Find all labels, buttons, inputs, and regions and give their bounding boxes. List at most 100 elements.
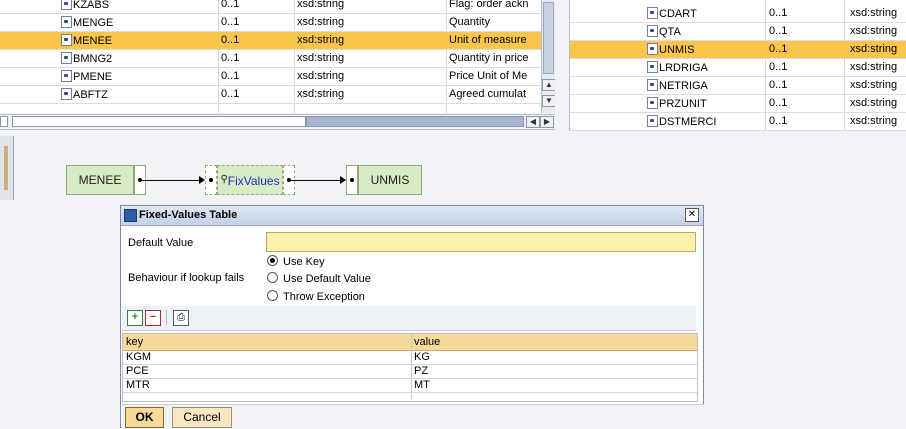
radio-icon [267,255,278,266]
scrollbar-thumb[interactable] [543,2,554,74]
close-icon[interactable]: ✕ [685,208,699,222]
cell-occurrence: 0..1 [769,61,788,73]
fixvalues-function-block[interactable]: ⚲FixValues [217,165,283,195]
target-table-row[interactable]: UNMIS 0..1 xsd:string [570,41,906,59]
cell-type: xsd:string [850,115,898,127]
field-name-text: ABFTZ [73,89,108,101]
row-value[interactable]: PZ [414,365,428,378]
radio-icon [267,272,278,283]
source-table-row[interactable]: PMENE 0..1 xsd:string Price Unit of Me [0,68,555,86]
field-name-text: BMNG2 [73,53,113,65]
field-name-text: PRZUNIT [659,98,707,110]
scroll-up-button[interactable]: ▲ [542,79,555,91]
source-structure-table: KZABS 0..1 xsd:string Flag: order ackn MENGE… [0,0,555,113]
row-key[interactable]: MTR [126,379,150,392]
field-name: PMENE [61,70,112,83]
field-name: CDART [647,7,697,20]
cell-type: xsd:string [850,7,898,19]
field-name-text: LRDRIGA [659,62,708,74]
print-icon[interactable]: ⎙ [173,310,189,326]
target-field-label: UNMIS [370,173,410,187]
radio-use-default-value[interactable]: Use Default Value [267,272,371,285]
element-node-icon [647,25,658,37]
scroll-track[interactable] [12,116,306,127]
cell-description: Flag: order ackn [449,0,529,10]
table-row[interactable]: MTR MT [123,379,697,393]
source-table-row[interactable]: MENEE 0..1 xsd:string Unit of measure [0,32,555,50]
radio-throw-exception[interactable]: Throw Exception [267,290,365,303]
target-table-row[interactable]: LRDRIGA 0..1 xsd:string [570,59,906,77]
cancel-button[interactable]: Cancel [172,407,232,428]
ok-button[interactable]: OK [125,407,164,428]
cell-type: xsd:string [297,16,345,28]
cell-occurrence: 0..1 [221,52,240,64]
field-name: KZABS [61,0,109,11]
target-table-row[interactable]: NETRIGA 0..1 xsd:string [570,77,906,95]
scroll-thumb[interactable] [306,116,524,127]
delete-row-icon[interactable]: − [145,310,161,326]
cell-name: CDART [647,7,697,20]
header-value: value [414,336,441,348]
target-table-row[interactable]: PRZUNIT 0..1 xsd:string [570,95,906,113]
cell-occurrence: 0..1 [221,70,240,82]
cell-type: xsd:string [850,43,898,55]
radio-use-key[interactable]: Use Key [267,255,325,268]
function-input-port[interactable] [205,165,217,195]
cell-type: xsd:string [297,70,345,82]
scroll-down-button[interactable]: ▼ [542,95,555,107]
default-value-label: Default Value [128,237,194,249]
target-table-row[interactable]: CDART 0..1 xsd:string [570,5,906,23]
field-name: MENGE [61,16,113,29]
table-toolbar: + − ⎙ [122,306,696,331]
field-name: UNMIS [647,43,694,56]
cell-occurrence: 0..1 [769,115,788,127]
element-node-icon [647,115,658,127]
scroll-left-button[interactable]: ◀ [526,116,540,128]
source-table-row[interactable]: KZABS 0..1 xsd:string Flag: order ackn [0,0,555,14]
cell-type: xsd:string [850,25,898,37]
source-field-block[interactable]: MENEE [66,165,134,195]
cell-type: xsd:string [850,97,898,109]
header-key: key [126,336,144,348]
scroll-right-button[interactable]: ▶ [540,116,554,128]
target-input-port[interactable] [346,165,358,195]
source-table-row[interactable]: ABFTZ 0..1 xsd:string Agreed cumulat [0,86,555,104]
cell-description: Quantity in price [449,52,529,64]
table-row[interactable]: PCE PZ [123,365,697,379]
source-table-row[interactable]: BMNG2 0..1 xsd:string Quantity in price [0,50,555,68]
cell-occurrence: 0..1 [769,43,788,55]
fixed-values-dialog: Fixed-Values Table ✕ Default Value Behav… [120,205,704,429]
vertical-scrollbar[interactable]: ▲ ▼ [541,0,555,113]
dialog-titlebar[interactable]: Fixed-Values Table ✕ [121,206,703,226]
row-key[interactable]: PCE [126,365,149,378]
wire-function-to-target [290,180,342,181]
cell-occurrence: 0..1 [769,25,788,37]
table-row[interactable]: KGM KG [123,351,697,365]
insert-row-icon[interactable]: + [127,310,143,326]
target-table-row[interactable]: DSTMERCI 0..1 xsd:string [570,113,906,131]
cell-type: xsd:string [850,79,898,91]
field-name-text: DSTMERCI [659,116,717,128]
radio-label: Throw Exception [283,291,365,303]
target-field-block[interactable]: UNMIS [358,165,422,195]
default-value-input[interactable] [266,232,696,252]
element-node-icon [61,88,72,100]
cell-occurrence: 0..1 [769,97,788,109]
radio-icon [267,290,278,301]
dialog-app-icon [124,209,137,222]
row-key[interactable]: KGM [126,351,151,364]
cell-name: DSTMERCI [647,115,716,128]
field-name: NETRIGA [647,79,708,92]
element-node-icon [647,79,658,91]
dialog-title: Fixed-Values Table [139,209,238,221]
row-value[interactable]: MT [414,379,430,392]
cell-name: MENEE [61,34,112,47]
cell-occurrence: 0..1 [769,79,788,91]
element-node-icon [647,97,658,109]
horizontal-scrollbar[interactable]: ◀ ▶ [0,114,555,130]
target-table-row[interactable]: QTA 0..1 xsd:string [570,23,906,41]
source-table-row[interactable]: MENGE 0..1 xsd:string Quantity [0,14,555,32]
field-name-text: MENEE [73,35,113,47]
row-value[interactable]: KG [414,351,430,364]
element-node-icon [61,16,72,28]
